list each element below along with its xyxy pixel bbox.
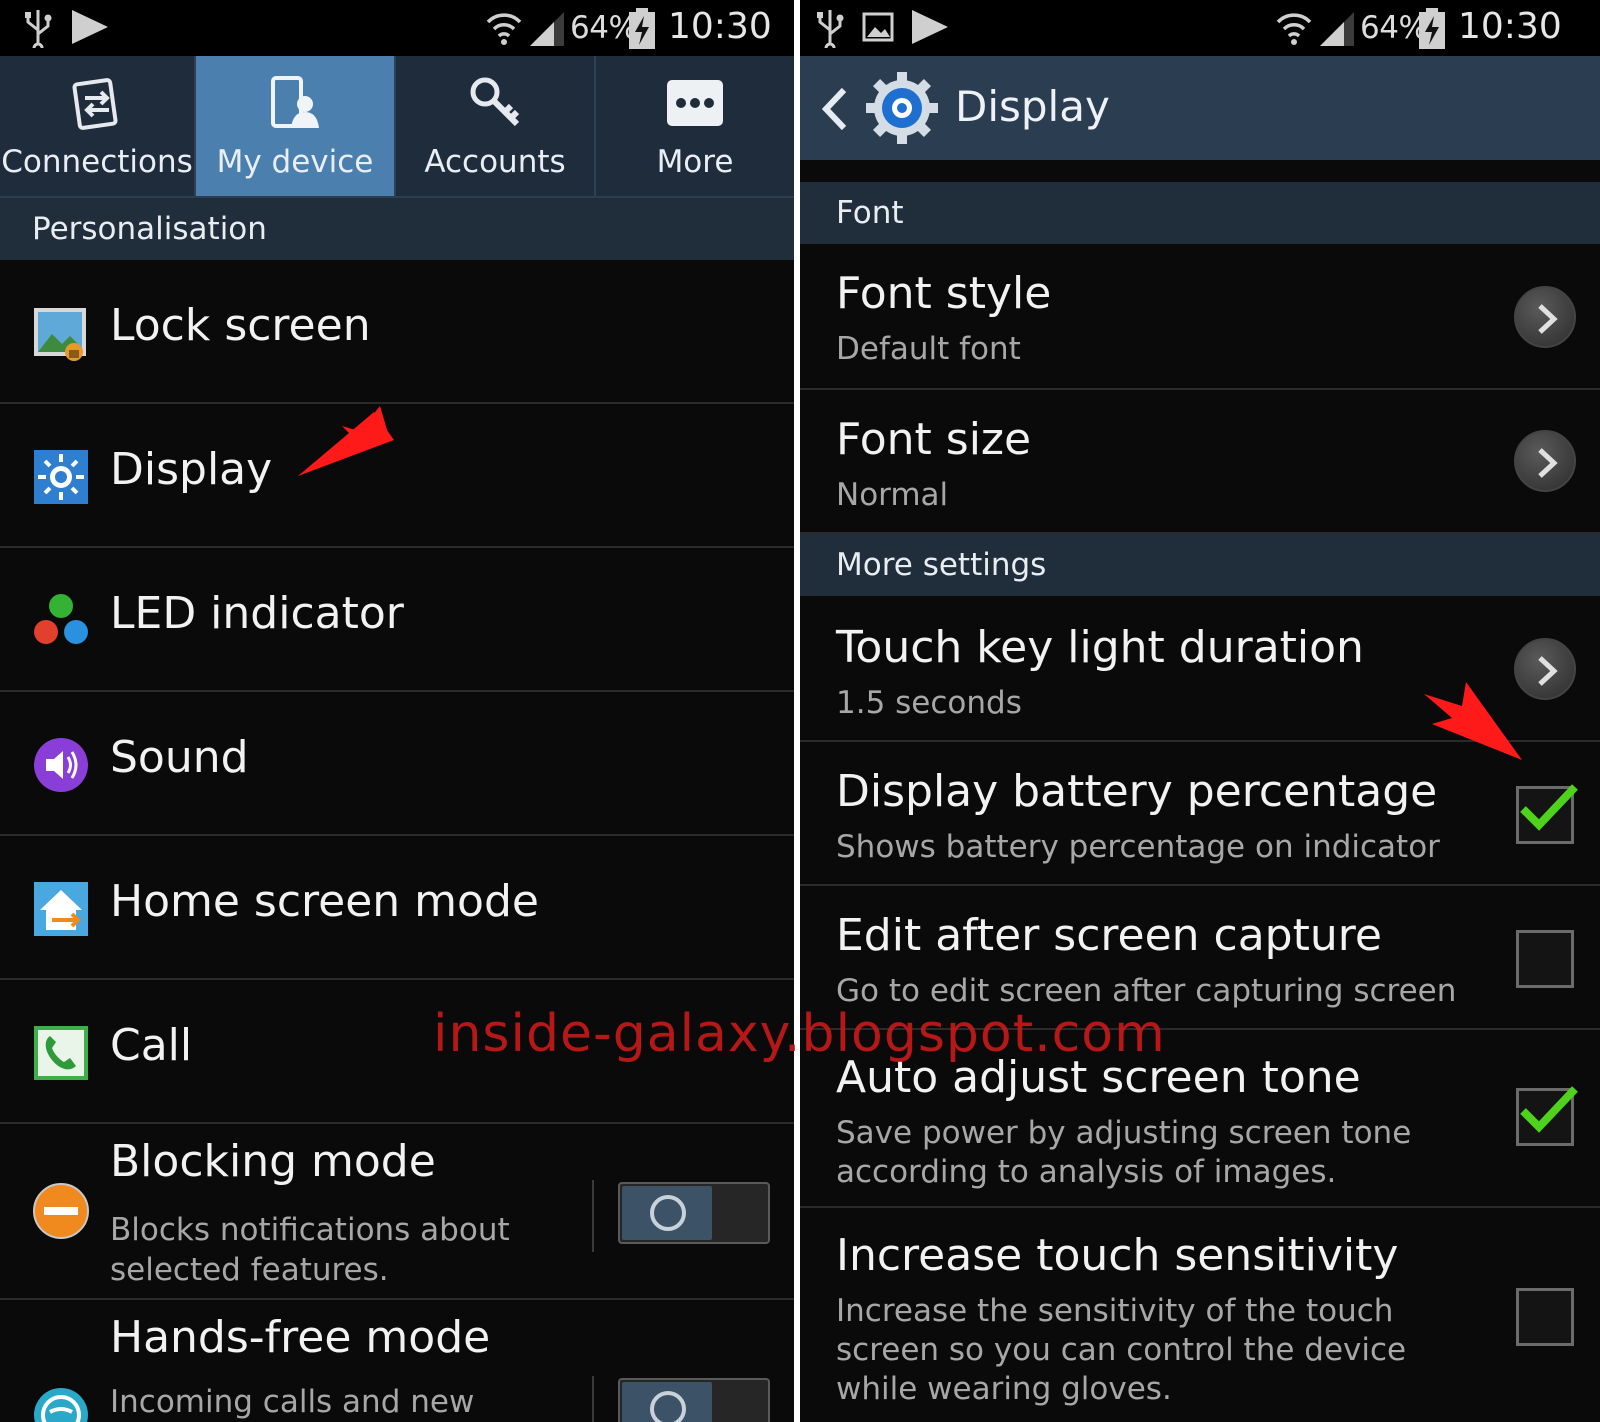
settings-screen-display: 64% 10:30 Display Font Font style Defaul…: [800, 0, 1600, 1422]
list-item-subtitle: Default font: [836, 331, 1021, 367]
list-item-blocking-mode[interactable]: Blocking mode Blocks notifications about…: [0, 1124, 794, 1300]
list-item-subtitle: Save power by adjusting screen tone acco…: [836, 1115, 1412, 1190]
list-item-title: Touch key light duration: [836, 622, 1364, 673]
wifi-icon: [486, 13, 522, 45]
list-item-hands-free-mode[interactable]: Hands-free mode Incoming calls and new: [0, 1302, 794, 1422]
list-item-title: LED indicator: [110, 588, 404, 639]
list-item-subtitle: Shows battery percentage on indicator: [836, 829, 1440, 865]
play-store-icon: [912, 10, 948, 44]
tab-label: My device: [216, 144, 374, 180]
list-item-title: Edit after screen capture: [836, 910, 1382, 961]
watermark: inside-galaxy.blogspot.com: [433, 1004, 1166, 1064]
call-icon: [34, 1026, 88, 1080]
list-item-title: Lock screen: [110, 300, 371, 351]
list-item-title: Display: [110, 444, 273, 495]
section-header-personalisation: Personalisation: [0, 198, 794, 260]
hands-free-icon: [34, 1388, 88, 1422]
list-item-title: Hands-free mode: [110, 1312, 491, 1363]
action-bar: Display: [800, 56, 1600, 160]
blocking-mode-toggle[interactable]: [618, 1182, 770, 1244]
usb-icon: [817, 10, 844, 48]
home-screen-icon: [34, 882, 88, 936]
tab-connections[interactable]: Connections: [0, 56, 196, 196]
list-item-title: Home screen mode: [110, 876, 539, 927]
wifi-icon: [1276, 13, 1312, 45]
gallery-icon: [862, 12, 894, 42]
tab-more[interactable]: More: [596, 56, 794, 196]
sound-icon: [34, 738, 88, 792]
tab-label: More: [656, 144, 734, 180]
usb-icon: [25, 10, 52, 48]
tab-accounts[interactable]: Accounts: [396, 56, 596, 196]
battery-percentage-checkbox[interactable]: [1516, 784, 1578, 844]
list-item-sound[interactable]: Sound: [0, 692, 794, 836]
my-device-icon: [271, 76, 319, 128]
list-item-title: Increase touch sensitivity: [836, 1230, 1399, 1281]
auto-adjust-screen-tone-checkbox[interactable]: [1516, 1086, 1578, 1146]
list-item-lock-screen[interactable]: Lock screen: [0, 260, 794, 404]
toggle-knob: [622, 1382, 712, 1422]
tab-label: Accounts: [424, 144, 566, 180]
list-item-subtitle: Blocks notifications about selected feat…: [110, 1212, 510, 1288]
status-bar: 64% 10:30: [800, 0, 1600, 56]
section-header-font: Font: [800, 182, 1600, 244]
spacer: [800, 160, 1600, 182]
tab-label: Connections: [1, 144, 193, 180]
lock-screen-icon: [34, 308, 86, 361]
toggle-knob: [622, 1186, 712, 1240]
tab-my-device[interactable]: My device: [196, 56, 396, 196]
settings-gear-icon: [866, 72, 938, 144]
led-indicator-icon: [34, 594, 88, 644]
list-item-font-style[interactable]: Font style Default font: [800, 244, 1600, 390]
clock: 10:30: [1458, 6, 1562, 47]
signal-icon: [1320, 12, 1354, 46]
chevron-right-icon: [1514, 286, 1576, 348]
hands-free-toggle[interactable]: [618, 1378, 770, 1422]
list-item-subtitle: Increase the sensitivity of the touch sc…: [836, 1293, 1407, 1407]
blocking-mode-icon: [33, 1183, 89, 1239]
list-item-led-indicator[interactable]: LED indicator: [0, 548, 794, 692]
list-item-title: Font style: [836, 268, 1052, 319]
list-item-font-size[interactable]: Font size Normal: [800, 390, 1600, 534]
annotation-arrow: [298, 406, 394, 476]
back-icon[interactable]: [820, 86, 850, 132]
list-item-increase-touch-sensitivity[interactable]: Increase touch sensitivity Increase the …: [800, 1208, 1600, 1422]
edit-after-capture-checkbox[interactable]: [1516, 930, 1574, 988]
settings-screen-my-device: 64% 10:30 Connections My device Accounts…: [0, 0, 794, 1422]
divider: [592, 1180, 594, 1252]
page-title: Display: [955, 82, 1110, 131]
list-item-home-screen-mode[interactable]: Home screen mode: [0, 836, 794, 980]
list-item-title: Display battery percentage: [836, 766, 1438, 817]
section-header-more-settings: More settings: [800, 534, 1600, 596]
annotation-arrow: [1424, 682, 1522, 760]
more-icon: [667, 80, 723, 126]
connections-icon: [72, 78, 118, 130]
status-bar: 64% 10:30: [0, 0, 794, 56]
clock: 10:30: [668, 6, 772, 47]
signal-icon: [530, 12, 564, 46]
accounts-icon: [470, 77, 520, 127]
settings-tab-bar: Connections My device Accounts More: [0, 56, 794, 198]
list-item-subtitle: 1.5 seconds: [836, 685, 1022, 721]
display-icon: [34, 450, 88, 504]
list-item-title: Blocking mode: [110, 1136, 436, 1187]
battery-charging-icon: [629, 8, 655, 49]
list-item-subtitle: Normal: [836, 477, 949, 513]
list-item-title: Call: [110, 1020, 193, 1071]
play-store-icon: [72, 10, 108, 44]
list-item-title: Sound: [110, 732, 249, 783]
list-item-title: Font size: [836, 414, 1032, 465]
increase-touch-sensitivity-checkbox[interactable]: [1516, 1288, 1574, 1346]
chevron-right-icon: [1514, 430, 1576, 492]
list-item-subtitle: Incoming calls and new: [110, 1384, 475, 1420]
divider: [592, 1376, 594, 1422]
battery-charging-icon: [1419, 8, 1445, 49]
